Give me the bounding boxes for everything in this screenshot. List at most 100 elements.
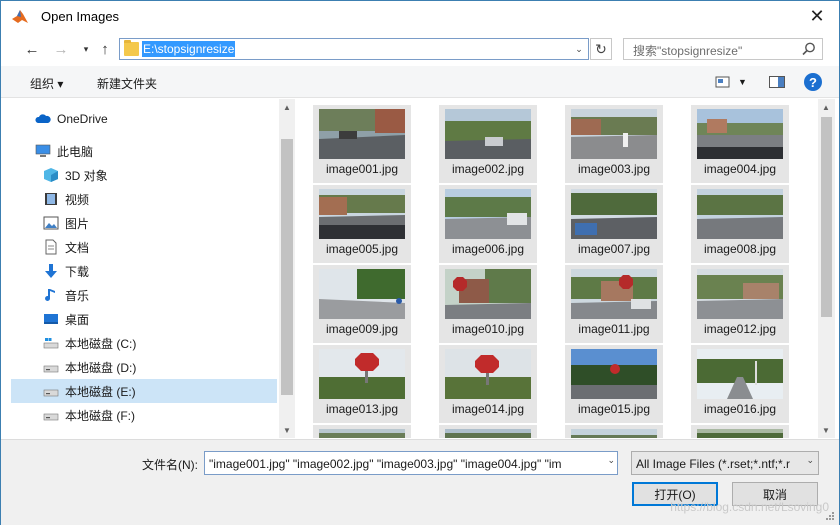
sidebar-item-label: 本地磁盘 (F:): [65, 408, 135, 423]
file-name[interactable]: image003.jpg: [565, 162, 663, 176]
image-thumbnail: [571, 269, 657, 319]
chevron-down-icon[interactable]: ⌄: [806, 455, 814, 466]
search-placeholder[interactable]: 搜索"stopsignresize": [633, 42, 742, 59]
sidebar-item-drive-d[interactable]: 本地磁盘 (D:): [11, 355, 277, 379]
folder-icon: [124, 40, 139, 56]
back-button[interactable]: ←: [22, 39, 42, 59]
file-name[interactable]: image014.jpg: [439, 402, 537, 416]
organize-menu[interactable]: 组织 ▾: [30, 75, 63, 92]
view-dropdown-icon[interactable]: ▼: [738, 77, 747, 87]
sidebar-item-drive-f[interactable]: 本地磁盘 (F:): [11, 403, 277, 427]
file-name[interactable]: image009.jpg: [313, 322, 411, 336]
address-bar[interactable]: E:\stopsignresize ⌄: [119, 38, 589, 60]
sidebar-item-pictures[interactable]: 图片: [11, 211, 277, 235]
file-name[interactable]: image015.jpg: [565, 402, 663, 416]
navigation-scroll-thumb[interactable]: [281, 139, 293, 395]
filename-field[interactable]: "image001.jpg" "image002.jpg" "image003.…: [204, 451, 618, 475]
file-name[interactable]: image006.jpg: [439, 242, 537, 256]
up-button[interactable]: ↑: [95, 39, 115, 59]
file-tile[interactable]: image002.jpg: [439, 105, 537, 183]
file-tile[interactable]: [691, 425, 789, 438]
help-icon[interactable]: ?: [804, 73, 822, 91]
file-tile[interactable]: image006.jpg: [439, 185, 537, 263]
image-thumbnail: [319, 189, 405, 239]
file-name[interactable]: image010.jpg: [439, 322, 537, 336]
file-name[interactable]: image013.jpg: [313, 402, 411, 416]
file-name[interactable]: image001.jpg: [313, 162, 411, 176]
sidebar-item-videos[interactable]: 视频: [11, 187, 277, 211]
file-tile[interactable]: [313, 425, 411, 438]
file-tile[interactable]: image004.jpg: [691, 105, 789, 183]
filename-value[interactable]: "image001.jpg" "image002.jpg" "image003.…: [209, 457, 562, 471]
scroll-down-icon[interactable]: ▼: [818, 422, 834, 438]
forward-button[interactable]: →: [51, 39, 71, 59]
file-tile[interactable]: image005.jpg: [313, 185, 411, 263]
chevron-down-icon[interactable]: ⌄: [607, 455, 615, 466]
open-images-dialog: Open Images ✕ ← → ▾ ↑ E:\stopsignresize …: [0, 0, 840, 525]
back-arrow-icon[interactable]: ←: [25, 41, 40, 58]
file-list-scroll-thumb[interactable]: [821, 117, 832, 317]
preview-pane-icon[interactable]: [768, 73, 786, 91]
file-tile[interactable]: image003.jpg: [565, 105, 663, 183]
file-name[interactable]: image008.jpg: [691, 242, 789, 256]
file-tile[interactable]: image013.jpg: [313, 345, 411, 423]
sidebar-item-documents[interactable]: 文档: [11, 235, 277, 259]
file-tile[interactable]: image015.jpg: [565, 345, 663, 423]
file-tile[interactable]: image010.jpg: [439, 265, 537, 343]
file-name[interactable]: image005.jpg: [313, 242, 411, 256]
title-bar: Open Images ✕: [1, 1, 839, 32]
close-button[interactable]: ✕: [803, 3, 831, 29]
file-tile[interactable]: [565, 425, 663, 438]
file-tile[interactable]: image009.jpg: [313, 265, 411, 343]
new-folder-button[interactable]: 新建文件夹: [97, 75, 157, 92]
file-name[interactable]: image004.jpg: [691, 162, 789, 176]
sidebar-item-drive-c[interactable]: 本地磁盘 (C:): [11, 331, 277, 355]
address-dropdown-icon[interactable]: ⌄: [572, 40, 586, 58]
sidebar-item-downloads[interactable]: 下载: [11, 259, 277, 283]
file-tile[interactable]: [439, 425, 537, 438]
recent-locations-button[interactable]: ▾: [76, 39, 96, 59]
file-tile[interactable]: image014.jpg: [439, 345, 537, 423]
sidebar-item-this-pc[interactable]: 此电脑: [11, 139, 277, 163]
file-tile[interactable]: image011.jpg: [565, 265, 663, 343]
resize-grip-icon[interactable]: [825, 511, 835, 521]
file-name[interactable]: image002.jpg: [439, 162, 537, 176]
image-thumbnail: [445, 429, 531, 438]
sidebar-item-label: 本地磁盘 (C:): [65, 336, 137, 351]
file-list-scrollbar[interactable]: ▲ ▼: [818, 99, 835, 438]
navigation-scrollbar[interactable]: ▲ ▼: [279, 99, 295, 438]
sidebar-item-music[interactable]: 音乐: [11, 283, 277, 307]
refresh-button[interactable]: ↻: [590, 38, 612, 60]
file-type-select[interactable]: All Image Files (*.rset;*.ntf;*.r ⌄: [631, 451, 819, 475]
file-tile[interactable]: image012.jpg: [691, 265, 789, 343]
search-input[interactable]: 搜索"stopsignresize": [623, 38, 823, 60]
help-label[interactable]: ?: [809, 75, 817, 90]
search-icon[interactable]: [801, 41, 817, 57]
chevron-down-icon[interactable]: ▾: [84, 44, 89, 55]
file-name[interactable]: image007.jpg: [565, 242, 663, 256]
sidebar-item-3d-objects[interactable]: 3D 对象: [11, 163, 277, 187]
file-tile[interactable]: image008.jpg: [691, 185, 789, 263]
sidebar-item-drive-e[interactable]: 本地磁盘 (E:): [11, 379, 277, 403]
scroll-down-icon[interactable]: ▼: [279, 422, 295, 438]
file-name[interactable]: image011.jpg: [565, 322, 663, 336]
scroll-up-icon[interactable]: ▲: [818, 99, 834, 115]
file-name[interactable]: image012.jpg: [691, 322, 789, 336]
file-tile[interactable]: image001.jpg: [313, 105, 411, 183]
scroll-up-icon[interactable]: ▲: [279, 99, 295, 115]
file-type-value[interactable]: All Image Files (*.rset;*.ntf;*.r: [636, 457, 790, 471]
sidebar-item-onedrive[interactable]: OneDrive: [11, 107, 277, 131]
view-options-icon[interactable]: [714, 73, 732, 91]
file-tile[interactable]: image007.jpg: [565, 185, 663, 263]
file-tile[interactable]: image016.jpg: [691, 345, 789, 423]
sidebar-item-desktop[interactable]: 桌面: [11, 307, 277, 331]
up-arrow-icon[interactable]: ↑: [101, 41, 109, 58]
system-drive-icon: [43, 338, 59, 349]
image-thumbnail: [445, 109, 531, 159]
close-icon[interactable]: ✕: [809, 6, 824, 27]
forward-arrow-icon[interactable]: →: [54, 41, 69, 58]
drive-icon: [43, 365, 59, 373]
file-name[interactable]: image016.jpg: [691, 402, 789, 416]
address-path[interactable]: E:\stopsignresize: [142, 41, 236, 57]
refresh-icon[interactable]: ↻: [595, 41, 607, 58]
